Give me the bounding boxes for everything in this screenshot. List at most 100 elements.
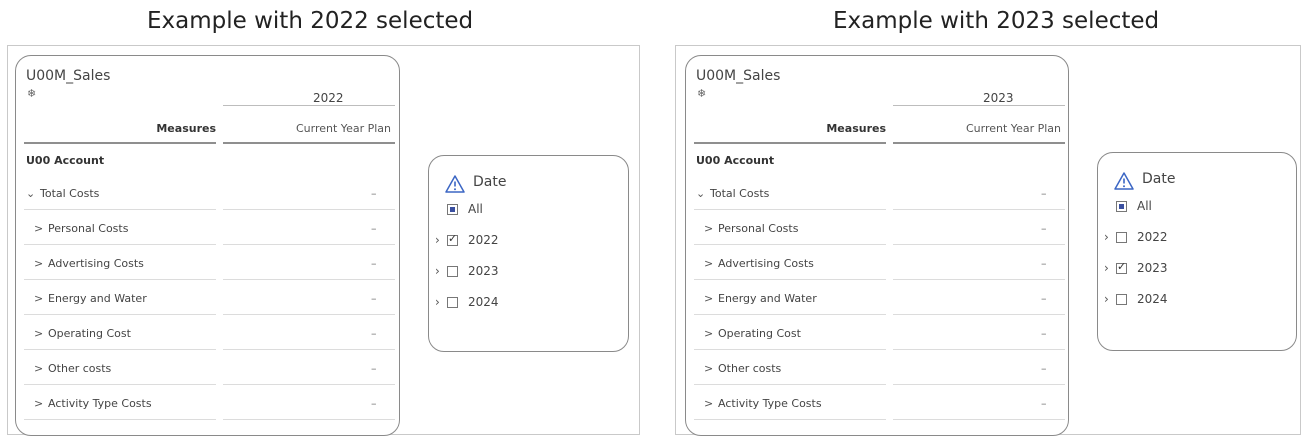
chevron-right-icon[interactable]: >	[704, 222, 718, 235]
cell-value: –	[371, 257, 377, 270]
row-divider	[223, 244, 395, 245]
filter-item[interactable]: › 2024	[1104, 292, 1168, 306]
row-divider	[694, 244, 886, 245]
table-row[interactable]: ⌄ Total Costs	[26, 187, 99, 200]
filter-item[interactable]: › 2022	[435, 232, 499, 248]
row-divider	[223, 419, 395, 420]
checkbox[interactable]	[1116, 200, 1127, 212]
row-label: Advertising Costs	[48, 257, 144, 270]
table-row[interactable]: > Advertising Costs	[34, 257, 144, 270]
chevron-right-icon[interactable]: >	[34, 397, 48, 410]
chevron-right-icon[interactable]: >	[704, 327, 718, 340]
header-divider	[694, 142, 886, 144]
header-divider	[893, 105, 1065, 106]
year-column-header: 2023	[983, 91, 1014, 105]
cell-value: –	[371, 187, 377, 200]
filter-title: Date	[473, 174, 507, 190]
row-divider	[24, 279, 216, 280]
date-filter-panel[interactable]: Date All › 2022 › 2023 › 2024	[1097, 152, 1297, 351]
table-row[interactable]: > Personal Costs	[704, 222, 798, 235]
row-divider	[24, 419, 216, 420]
chevron-right-icon[interactable]: >	[34, 257, 48, 270]
table-row[interactable]: > Other costs	[34, 362, 111, 375]
table-row[interactable]: > Energy and Water	[704, 292, 817, 305]
chevron-right-icon[interactable]: ›	[435, 264, 447, 278]
table-row[interactable]: ⌄ Total Costs	[696, 187, 769, 200]
table-row[interactable]: > Operating Cost	[34, 327, 131, 340]
chevron-right-icon[interactable]: >	[34, 362, 48, 375]
filter-item[interactable]: › 2023	[435, 264, 499, 278]
row-divider	[223, 314, 395, 315]
row-divider	[893, 279, 1065, 280]
chevron-right-icon[interactable]: >	[34, 222, 48, 235]
chevron-right-icon[interactable]: >	[34, 292, 48, 305]
checkbox[interactable]	[1116, 260, 1127, 274]
row-label: Operating Cost	[48, 327, 131, 340]
table-row[interactable]: > Personal Costs	[34, 222, 128, 235]
row-divider	[24, 244, 216, 245]
chevron-down-icon[interactable]: ⌄	[26, 187, 40, 200]
row-label: Energy and Water	[718, 292, 817, 305]
row-divider	[893, 384, 1065, 385]
row-divider	[24, 209, 216, 210]
model-name: U00M_Sales	[696, 68, 781, 84]
model-icon: ❄	[697, 87, 707, 100]
sales-table-widget[interactable]: U00M_Sales ❄ 2022 Measures Current Year Plan…	[15, 55, 400, 436]
chevron-right-icon[interactable]: >	[704, 292, 718, 305]
cell-value: –	[1041, 292, 1047, 305]
chevron-right-icon[interactable]: ›	[1104, 292, 1116, 306]
row-label: Operating Cost	[718, 327, 801, 340]
chevron-right-icon[interactable]: ›	[1104, 230, 1116, 244]
warning-icon	[445, 174, 465, 194]
row-label: Total Costs	[40, 187, 100, 200]
chevron-right-icon[interactable]: >	[34, 327, 48, 340]
header-divider	[24, 142, 216, 144]
cell-value: –	[1041, 397, 1047, 410]
table-row[interactable]: > Activity Type Costs	[704, 397, 822, 410]
filter-item[interactable]: › 2023	[1104, 260, 1168, 276]
filter-title: Date	[1142, 171, 1176, 187]
row-divider	[223, 349, 395, 350]
date-filter-panel[interactable]: Date All › 2022 › 2023 › 2024	[428, 155, 629, 352]
year-column-header: 2022	[313, 91, 344, 105]
table-row[interactable]: > Operating Cost	[704, 327, 801, 340]
filter-item-label: All	[468, 202, 483, 216]
filter-item[interactable]: › 2022	[1104, 230, 1168, 244]
measures-header: Measures	[826, 122, 886, 135]
chevron-right-icon[interactable]: >	[704, 397, 718, 410]
checkbox[interactable]	[1116, 231, 1127, 243]
checkbox[interactable]	[447, 232, 458, 246]
row-divider	[223, 209, 395, 210]
chevron-right-icon[interactable]: >	[704, 257, 718, 270]
filter-item-label: All	[1137, 199, 1152, 213]
row-divider	[893, 349, 1065, 350]
row-label: Total Costs	[710, 187, 770, 200]
table-row[interactable]: > Other costs	[704, 362, 781, 375]
cell-value: –	[371, 292, 377, 305]
table-row[interactable]: > Energy and Water	[34, 292, 147, 305]
checkbox[interactable]	[447, 296, 458, 308]
checkbox[interactable]	[1116, 293, 1127, 305]
row-divider	[893, 209, 1065, 210]
row-divider	[24, 384, 216, 385]
row-label: Advertising Costs	[718, 257, 814, 270]
checkbox[interactable]	[447, 203, 458, 215]
chevron-right-icon[interactable]: ›	[435, 295, 447, 309]
filter-item[interactable]: › 2024	[435, 295, 499, 309]
chevron-right-icon[interactable]: ›	[435, 233, 447, 247]
filter-item[interactable]: All	[1116, 199, 1152, 213]
table-row[interactable]: > Activity Type Costs	[34, 397, 152, 410]
filter-item-label: 2022	[468, 233, 499, 247]
sales-table-widget[interactable]: U00M_Sales ❄ 2023 Measures Current Year Plan…	[685, 55, 1069, 436]
cell-value: –	[1041, 327, 1047, 340]
chevron-down-icon[interactable]: ⌄	[696, 187, 710, 200]
measure-name-header: Current Year Plan	[966, 122, 1061, 135]
chevron-right-icon[interactable]: >	[704, 362, 718, 375]
table-row[interactable]: > Advertising Costs	[704, 257, 814, 270]
checkbox[interactable]	[447, 265, 458, 277]
warning-icon	[1114, 171, 1134, 191]
filter-item[interactable]: All	[447, 202, 483, 216]
chevron-right-icon[interactable]: ›	[1104, 261, 1116, 275]
cell-value: –	[371, 327, 377, 340]
right-example-heading: Example with 2023 selected	[833, 8, 1160, 34]
